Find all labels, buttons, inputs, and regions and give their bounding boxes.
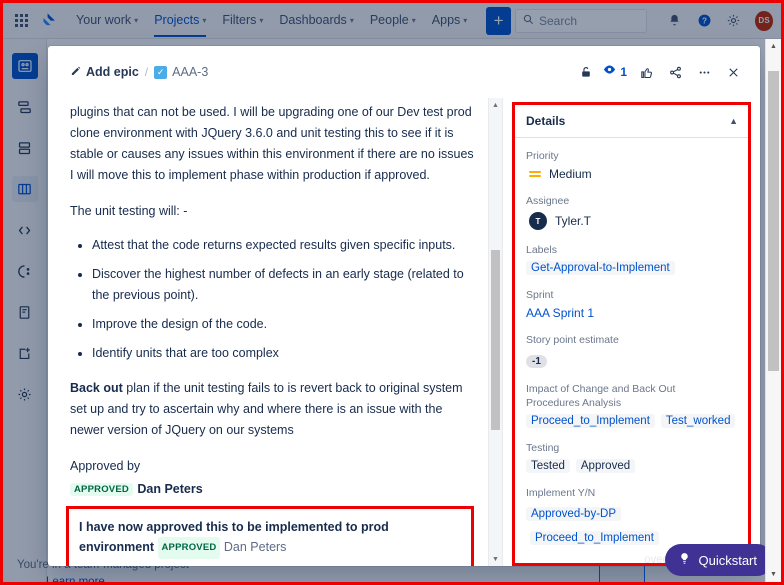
description-paragraph-2: The unit testing will: -: [70, 204, 188, 218]
field-story-point-estimate: Story point estimate -1: [526, 333, 737, 369]
chevron-up-icon[interactable]: ▲: [729, 116, 738, 126]
field-label: Labels: [526, 244, 557, 256]
status-badge: APPROVED: [70, 483, 133, 496]
unlock-icon[interactable]: [573, 59, 599, 85]
backout-paragraph: Back out plan if the unit testing fails …: [70, 378, 474, 441]
modal-body: plugins that can not be used. I will be …: [48, 98, 760, 566]
add-epic-button[interactable]: Add epic: [70, 65, 139, 79]
pencil-icon: [70, 65, 81, 79]
scroll-up-arrow-icon[interactable]: ▲: [489, 98, 502, 112]
lightbulb-icon: [678, 552, 691, 568]
field-sprint: Sprint AAA Sprint 1: [526, 288, 737, 320]
priority-medium-icon: [529, 171, 541, 177]
field-label: Impact of Change and Back Out Procedures…: [526, 383, 676, 409]
list-item: Improve the design of the code.: [92, 314, 474, 335]
scrollbar-thumb[interactable]: [491, 250, 500, 430]
implement-tag-list: Approved-by-DP Proceed_to_Implement: [526, 504, 737, 546]
approved-by-row: APPROVED Dan Peters: [70, 480, 474, 498]
add-epic-label: Add epic: [86, 65, 139, 79]
eye-watch-icon: [602, 62, 617, 82]
field-value-row[interactable]: T Tyler.T: [526, 212, 737, 230]
field-label: Priority: [526, 150, 559, 162]
field-impact-analysis: Impact of Change and Back Out Procedures…: [526, 382, 737, 428]
comment-highlight-annotation[interactable]: I have now approved this to be implement…: [66, 506, 474, 566]
field-priority: Priority Medium: [526, 149, 737, 181]
field-label: Testing: [526, 442, 560, 454]
field-label: Story point estimate: [526, 334, 619, 346]
approved-by-label: Approved by: [70, 459, 141, 473]
list-item: Discover the highest number of defects i…: [92, 264, 474, 306]
tag-chip[interactable]: Test_worked: [660, 414, 736, 428]
testing-tag-list: Tested Approved: [526, 459, 737, 473]
quickstart-label: Quickstart: [698, 552, 757, 568]
field-label: Sprint: [526, 289, 554, 301]
scroll-down-arrow-icon[interactable]: ▼: [489, 552, 502, 566]
description-scrollbar[interactable]: ▲ ▼: [488, 98, 503, 566]
scroll-down-arrow-icon[interactable]: ▼: [766, 567, 781, 582]
priority-value: Medium: [549, 167, 592, 181]
modal-header-actions: 1: [573, 59, 746, 85]
thumbs-up-icon[interactable]: [633, 59, 659, 85]
description-paragraph-1: plugins that can not be used. I will be …: [70, 105, 474, 182]
field-testing: Testing Tested Approved: [526, 441, 737, 473]
field-assignee: Assignee T Tyler.T: [526, 194, 737, 230]
sprint-link[interactable]: AAA Sprint 1: [526, 306, 737, 320]
breadcrumb-separator: /: [144, 65, 149, 79]
screenshot-root: Your work ▾ Projects ▾ Filters ▾ Dashboa…: [0, 0, 784, 585]
tag-chip[interactable]: Proceed_to_Implement: [526, 414, 655, 428]
issue-key-label: AAA-3: [172, 65, 209, 79]
description-content: plugins that can not be used. I will be …: [66, 98, 474, 566]
issue-key-link[interactable]: ✓ AAA-3: [154, 65, 208, 79]
field-label: Assignee: [526, 195, 570, 207]
watch-count: 1: [620, 65, 627, 79]
issue-detail-modal: Add epic / ✓ AAA-3 1 plugins that can no…: [48, 46, 760, 566]
task-checkbox-icon: ✓: [154, 65, 168, 79]
avatar: T: [529, 212, 547, 230]
status-badge: APPROVED: [157, 537, 221, 559]
modal-header: Add epic / ✓ AAA-3 1: [48, 46, 760, 98]
issue-description-column: plugins that can not be used. I will be …: [48, 98, 488, 566]
labels-tag-list: Get-Approval-to-Implement: [526, 261, 737, 275]
list-item: Attest that the code returns expected re…: [92, 235, 474, 256]
backout-rest-text: plan if the unit testing fails to is rev…: [70, 381, 463, 437]
details-title: Details: [526, 114, 566, 128]
details-fields: Priority Medium Assignee T Tyler.T Label…: [515, 138, 748, 546]
scroll-up-arrow-icon[interactable]: ▲: [766, 39, 781, 54]
details-panel-annotation: Details ▲ Priority Medium Assignee T Tyl…: [512, 102, 751, 566]
approver-name: Dan Peters: [137, 482, 203, 496]
page-scrollbar[interactable]: ▲ ▼: [765, 39, 781, 582]
assignee-value: Tyler.T: [555, 214, 592, 228]
details-column: Details ▲ Priority Medium Assignee T Tyl…: [503, 98, 760, 566]
scrollbar-thumb[interactable]: [768, 71, 779, 371]
description-bullet-list: Attest that the code returns expected re…: [70, 235, 474, 364]
tag-chip[interactable]: Tested: [526, 459, 570, 473]
watch-button[interactable]: 1: [602, 62, 627, 82]
quickstart-button[interactable]: Quickstart: [665, 544, 773, 576]
comment-author: Dan Peters: [223, 540, 287, 554]
field-value-row[interactable]: Medium: [526, 167, 737, 181]
story-point-pill[interactable]: -1: [526, 355, 547, 368]
tag-chip[interactable]: Proceed_to_Implement: [530, 531, 659, 545]
more-ellipsis-icon[interactable]: [691, 59, 717, 85]
impact-tag-list: Proceed_to_Implement Test_worked: [526, 414, 737, 428]
list-item: Identify units that are too complex: [92, 343, 474, 364]
close-x-icon[interactable]: [720, 59, 746, 85]
field-labels: Labels Get-Approval-to-Implement: [526, 243, 737, 275]
tag-chip[interactable]: Get-Approval-to-Implement: [526, 261, 675, 275]
breadcrumb: Add epic / ✓ AAA-3: [70, 65, 208, 79]
details-panel-header[interactable]: Details ▲: [515, 105, 748, 138]
tag-chip[interactable]: Approved-by-DP: [526, 507, 622, 521]
field-implement-yn: Implement Y/N Approved-by-DP Proceed_to_…: [526, 486, 737, 546]
field-label: Implement Y/N: [526, 487, 596, 499]
backout-bold-label: Back out: [70, 381, 123, 395]
tag-chip[interactable]: Approved: [575, 459, 636, 473]
share-icon[interactable]: [662, 59, 688, 85]
